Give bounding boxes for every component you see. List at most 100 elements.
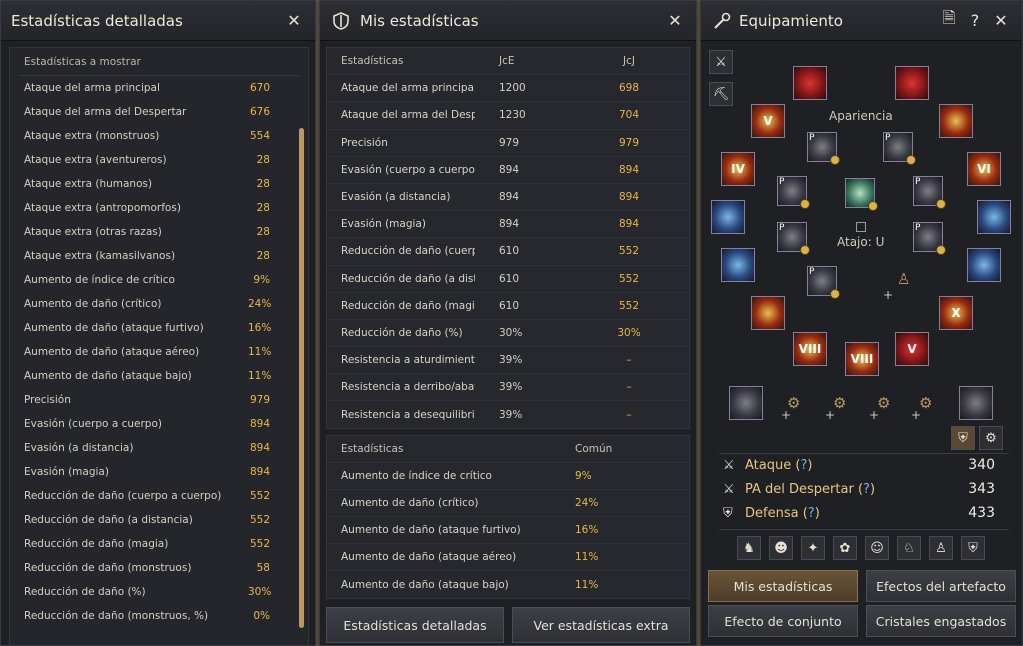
tool-slot[interactable]: V xyxy=(895,332,929,366)
help-icon[interactable]: ? xyxy=(800,458,807,473)
boots-slot[interactable] xyxy=(977,200,1011,234)
horse-icon[interactable]: ♞ xyxy=(737,536,761,560)
awakening-weapon-slot[interactable] xyxy=(967,248,1001,282)
stat-row: Reducción de daño (magia) 552 xyxy=(10,532,308,556)
shield-icon[interactable]: ⛨ xyxy=(961,536,985,560)
appearance-boots-slot[interactable]: P xyxy=(913,176,946,209)
helmet-slot[interactable] xyxy=(793,66,827,100)
table-row: Reducción de daño (%) 30% 30% xyxy=(327,320,689,348)
close-icon[interactable]: ✕ xyxy=(990,10,1012,32)
stat-label: Defensa xyxy=(745,505,799,521)
window-title: Equipamiento xyxy=(739,11,843,30)
add-plus-2[interactable]: + xyxy=(825,408,835,422)
stat-label: Resistencia a desequilibrio... xyxy=(341,409,475,422)
stat-value: 433 xyxy=(968,505,995,521)
settings-icon[interactable]: ⚙ xyxy=(979,426,1003,450)
pvp-value: 552 xyxy=(618,245,640,258)
stat-label: Ataque extra (antropomorfos) xyxy=(24,202,181,214)
pvp-value: 704 xyxy=(618,109,640,122)
stat-row: Evasión (magia) 894 xyxy=(10,460,308,484)
stat-label: Resistencia a derribo/abati... xyxy=(341,381,475,394)
stat-label: Reducción de daño (monstruos) xyxy=(24,562,192,574)
extra-stats-button[interactable]: Ver estadísticas extra xyxy=(512,607,690,643)
table-row: Aumento de daño (ataque bajo) 11% xyxy=(327,571,689,598)
pvp-value: – xyxy=(626,409,632,422)
artifact-effects-button[interactable]: Efectos del artefacto xyxy=(866,570,1016,602)
stat-row: Ataque extra (humanos) 28 xyxy=(10,172,308,196)
pve-pvp-stats-table: Estadísticas JcE JcJ Ataque del arma princi… xyxy=(326,47,690,429)
add-plus-3[interactable]: + xyxy=(869,408,879,422)
sub-weapon-slot[interactable] xyxy=(751,296,785,330)
appearance-helmet-slot[interactable]: P xyxy=(807,132,840,165)
stat-row: Reducción de daño (%) 30% xyxy=(10,580,308,604)
table-row: Resistencia a aturdimiento/... 39% – xyxy=(327,347,689,375)
premium-badge: P xyxy=(885,133,891,143)
equipment-titlebar[interactable]: Equipamiento 🗎 ? ✕ xyxy=(701,1,1022,41)
appearance-weapon-slot[interactable]: P xyxy=(777,222,810,255)
add-appearance-plus[interactable]: + xyxy=(883,288,893,302)
close-icon[interactable]: ✕ xyxy=(283,10,305,32)
common-stats-table: Estadísticas Común Aumento de índice de cr… xyxy=(326,435,690,599)
gloves-slot[interactable] xyxy=(711,200,745,234)
help-icon[interactable]: ? xyxy=(863,482,870,497)
mask-icon[interactable]: ☻ xyxy=(769,536,793,560)
equipment-icon xyxy=(711,10,733,32)
table-row: Ataque del arma del Despertar 1230 704 xyxy=(327,102,689,130)
belt-slot[interactable]: VIII xyxy=(793,332,827,366)
stats-toggle-icon[interactable]: ⛨ xyxy=(951,426,975,450)
pvp-value: 552 xyxy=(618,299,640,312)
artifact-slot[interactable] xyxy=(845,178,878,211)
crystals-button[interactable]: Cristales engastados xyxy=(866,605,1016,637)
person-icon[interactable]: ♙ xyxy=(929,536,953,560)
window-title: Mis estadísticas xyxy=(360,11,479,30)
premium-badge: P xyxy=(779,223,785,233)
detailed-stats-titlebar[interactable]: Estadísticas detalladas ✕ xyxy=(1,1,315,41)
table-row: Reducción de daño (cuerpo... 610 552 xyxy=(327,238,689,266)
column-header: JcE xyxy=(499,55,515,68)
help-icon[interactable]: ? xyxy=(808,506,815,521)
add-plus-1[interactable]: + xyxy=(781,408,791,422)
document-icon[interactable]: 🗎 xyxy=(938,8,960,32)
pve-value: 610 xyxy=(499,299,520,312)
appearance-awakening-slot[interactable]: P xyxy=(807,266,840,299)
add-plus-4[interactable]: + xyxy=(911,408,921,422)
paw-icon[interactable]: ✿ xyxy=(833,536,857,560)
armor-slot[interactable] xyxy=(895,66,929,100)
crossed-swords-icon[interactable]: ⚔ xyxy=(709,50,733,74)
spear-slot[interactable] xyxy=(959,386,993,420)
stat-value: 343 xyxy=(968,481,995,497)
earring-right-slot[interactable] xyxy=(939,104,973,138)
help-icon[interactable]: ? xyxy=(964,10,986,32)
set-effect-button[interactable]: Efecto de conjunto xyxy=(708,605,858,637)
scrollbar[interactable] xyxy=(299,128,304,628)
slot-level: V xyxy=(763,114,773,128)
appearance-gloves-slot[interactable]: P xyxy=(777,176,810,209)
close-icon[interactable]: ✕ xyxy=(664,10,686,32)
stat-row: Ataque del arma del Despertar 676 xyxy=(10,100,308,124)
detailed-stats-button[interactable]: Estadísticas detalladas xyxy=(326,607,504,643)
pvp-value: 894 xyxy=(618,163,640,176)
dragon-icon[interactable]: ♘ xyxy=(897,536,921,560)
slot-level: VIII xyxy=(798,342,822,356)
my-stats-titlebar[interactable]: Mis estadísticas ✕ xyxy=(320,1,696,41)
shoes-slot[interactable]: VIII xyxy=(845,342,879,376)
slot-level: VI xyxy=(977,162,991,176)
appearance-checkbox[interactable] xyxy=(856,222,866,232)
stat-value: 670 xyxy=(249,82,270,94)
stat-label: Reducción de daño (magia) xyxy=(341,299,475,312)
my-stats-button[interactable]: Mis estadísticas xyxy=(708,570,858,602)
appearance-armor-slot[interactable]: P xyxy=(883,132,916,165)
fox-icon[interactable]: ✦ xyxy=(801,536,825,560)
ring-slot[interactable]: VI xyxy=(967,152,1001,186)
appearance-subweapon-slot[interactable]: P xyxy=(913,222,946,255)
slot-level: IV xyxy=(731,162,745,176)
earring-left-slot[interactable]: V xyxy=(751,104,785,138)
head-icon[interactable]: ☺ xyxy=(865,536,889,560)
scrollbar-thumb[interactable] xyxy=(299,128,304,628)
fishing-rod-slot[interactable] xyxy=(729,386,763,420)
main-weapon-slot[interactable] xyxy=(721,248,755,282)
lantern-icon[interactable]: ♙ xyxy=(897,270,910,288)
pickaxe-icon[interactable]: ⛏ xyxy=(709,82,733,106)
alchemy-stone-slot[interactable]: X xyxy=(939,296,973,330)
necklace-slot[interactable]: IV xyxy=(721,152,755,186)
